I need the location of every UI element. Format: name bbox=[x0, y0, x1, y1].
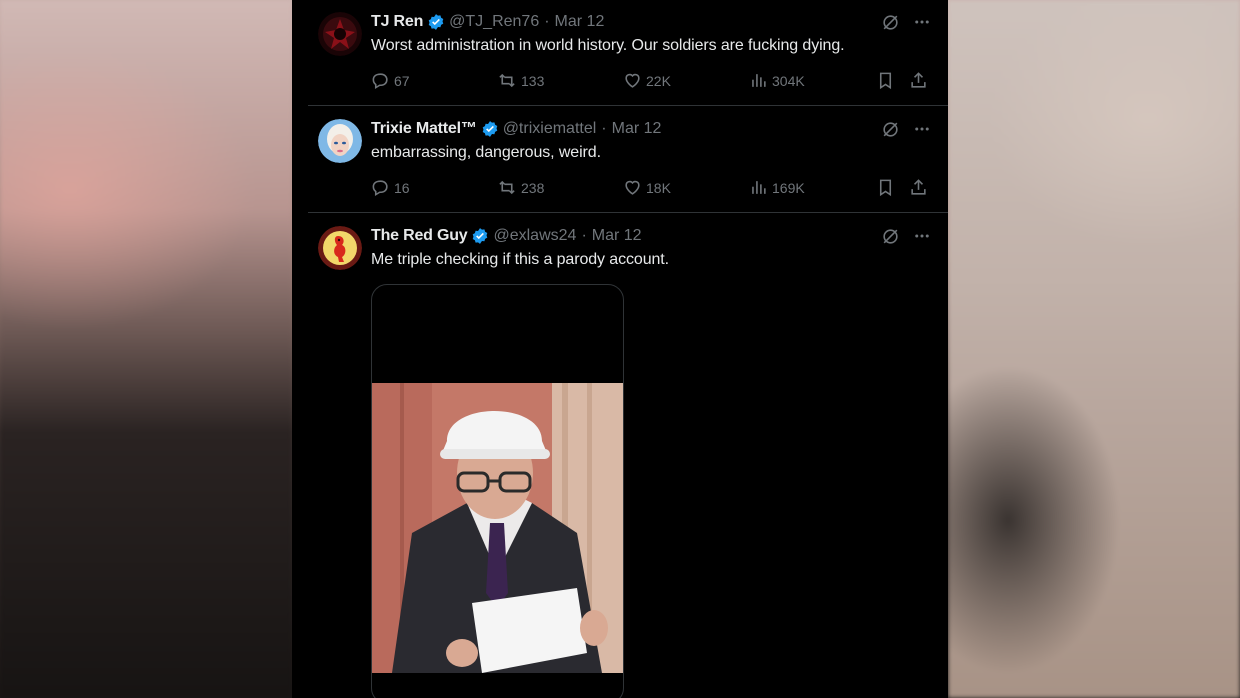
grok-icon[interactable] bbox=[880, 226, 900, 246]
repost-count: 238 bbox=[521, 179, 545, 196]
verified-badge-icon bbox=[427, 13, 445, 31]
grok-icon[interactable] bbox=[880, 119, 900, 139]
tweet-text: Worst administration in world history. O… bbox=[371, 37, 845, 54]
reply-button[interactable]: 67 bbox=[371, 71, 410, 90]
repost-icon bbox=[497, 71, 517, 90]
like-button[interactable]: 22K bbox=[623, 71, 671, 90]
views-button[interactable]: 304K bbox=[749, 71, 805, 90]
tweet-media[interactable] bbox=[371, 284, 624, 698]
like-icon bbox=[623, 178, 642, 197]
reply-button[interactable]: 16 bbox=[371, 178, 410, 197]
bookmark-icon bbox=[876, 178, 895, 197]
views-button[interactable]: 169K bbox=[749, 178, 805, 197]
blurred-background-left bbox=[0, 0, 292, 698]
repost-count: 133 bbox=[521, 72, 545, 89]
tweet-1[interactable]: TJ Ren @TJ_Ren76 · Mar 12 Worst administ… bbox=[308, 0, 948, 106]
share-icon bbox=[909, 71, 928, 90]
author-name[interactable]: The Red Guy bbox=[371, 227, 468, 245]
separator-dot: · bbox=[544, 13, 550, 30]
separator-dot: · bbox=[581, 227, 587, 244]
like-icon bbox=[623, 71, 642, 90]
views-count: 304K bbox=[772, 72, 805, 89]
repost-icon bbox=[497, 178, 517, 197]
grok-icon[interactable] bbox=[880, 12, 900, 32]
share-button[interactable] bbox=[909, 71, 928, 90]
bookmark-icon bbox=[876, 71, 895, 90]
tweet-feed: TJ Ren @TJ_Ren76 · Mar 12 Worst administ… bbox=[292, 0, 948, 698]
more-icon[interactable] bbox=[912, 12, 932, 32]
avatar-trixie-mattel[interactable] bbox=[318, 119, 362, 163]
like-count: 22K bbox=[646, 72, 671, 89]
more-icon[interactable] bbox=[912, 226, 932, 246]
reply-icon bbox=[371, 178, 390, 197]
avatar-tj-ren[interactable] bbox=[318, 12, 362, 56]
tweet-text: embarrassing, dangerous, weird. bbox=[371, 144, 601, 161]
views-icon bbox=[749, 178, 768, 197]
share-icon bbox=[909, 178, 928, 197]
tweet-date[interactable]: Mar 12 bbox=[592, 227, 642, 245]
avatar-the-red-guy[interactable] bbox=[318, 226, 362, 270]
views-count: 169K bbox=[772, 179, 805, 196]
reply-icon bbox=[371, 71, 390, 90]
reply-count: 16 bbox=[394, 179, 410, 196]
separator-dot: · bbox=[601, 120, 607, 137]
repost-button[interactable]: 238 bbox=[497, 178, 544, 197]
tweet-text: Me triple checking if this a parody acco… bbox=[371, 251, 669, 268]
blurred-background-right bbox=[948, 0, 1240, 698]
tweet-date[interactable]: Mar 12 bbox=[555, 13, 605, 31]
bookmark-button[interactable] bbox=[876, 71, 895, 90]
share-button[interactable] bbox=[909, 178, 928, 197]
repost-button[interactable]: 133 bbox=[497, 71, 544, 90]
author-handle[interactable]: @trixiemattel bbox=[503, 120, 597, 138]
author-handle[interactable]: @exlaws24 bbox=[493, 227, 576, 245]
author-name[interactable]: Trixie Mattel™ bbox=[371, 120, 477, 138]
like-count: 18K bbox=[646, 179, 671, 196]
like-button[interactable]: 18K bbox=[623, 178, 671, 197]
verified-badge-icon bbox=[481, 120, 499, 138]
tweet-3[interactable]: The Red Guy @exlaws24 · Mar 12 Me triple… bbox=[308, 214, 948, 698]
author-handle[interactable]: @TJ_Ren76 bbox=[449, 13, 539, 31]
verified-badge-icon bbox=[471, 227, 489, 245]
more-icon[interactable] bbox=[912, 119, 932, 139]
author-name[interactable]: TJ Ren bbox=[371, 13, 423, 31]
media-image[interactable] bbox=[372, 383, 623, 673]
reply-count: 67 bbox=[394, 72, 410, 89]
views-icon bbox=[749, 71, 768, 90]
tweet-date[interactable]: Mar 12 bbox=[612, 120, 662, 138]
bookmark-button[interactable] bbox=[876, 178, 895, 197]
tweet-2[interactable]: Trixie Mattel™ @trixiemattel · Mar 12 em… bbox=[308, 107, 948, 213]
